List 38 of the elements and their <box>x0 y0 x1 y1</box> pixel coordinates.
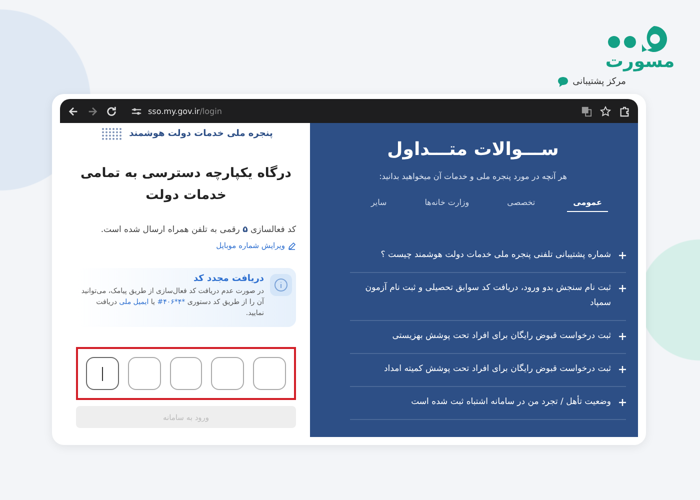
plus-icon[interactable] <box>619 285 626 292</box>
support-link[interactable]: مرکز پشتیبانی <box>572 77 626 87</box>
translate-icon[interactable] <box>581 106 592 116</box>
plus-icon[interactable] <box>619 252 626 259</box>
faq-question[interactable]: وضعیت تأهل / تجرد من در سامانه اشتباه ثبت شده است <box>411 395 611 410</box>
sms-message: کد فعالسازی ۵ رقمی به تلفن همراه ارسال شده است. <box>100 224 296 237</box>
faq-question[interactable]: ثبت نام سنجش بدو ورود، دریافت کد سوابق تحصیلی و ثبت نام آزمون سمپاد <box>350 281 611 311</box>
logo-text: مسورت <box>605 52 675 72</box>
code-digit-field[interactable] <box>170 357 202 390</box>
faq-tab[interactable]: عمومی <box>567 197 608 212</box>
address-bar-url[interactable]: sso.my.gov.ir/login <box>148 106 222 116</box>
reload-icon[interactable] <box>106 106 117 116</box>
faq-title: ســـوالات متـــداول <box>387 139 559 160</box>
faq-question[interactable]: شماره پشتیبانی تلفنی پنجره ملی خدمات دولت هوشمند چیست ؟ <box>380 248 611 263</box>
plus-icon[interactable] <box>619 399 626 406</box>
star-icon[interactable] <box>600 106 611 116</box>
code-digit-field[interactable] <box>86 357 119 390</box>
code-digit-field[interactable] <box>253 357 286 390</box>
info-icon <box>270 274 292 296</box>
extensions-icon[interactable] <box>619 106 630 116</box>
chat-bubble-icon <box>556 76 569 88</box>
faq-tab[interactable]: تخصصی <box>501 197 542 212</box>
plus-icon[interactable] <box>619 366 626 373</box>
faq-tab[interactable]: سایر <box>364 197 393 212</box>
faq-question[interactable]: ثبت درخواست قبوض رایگان برای افراد تحت پوشش کمیته امداد <box>384 362 611 377</box>
back-icon[interactable] <box>68 106 79 116</box>
site-settings-icon[interactable] <box>131 106 142 116</box>
faq-subtitle: هر آنچه در مورد پنجره ملی و خدمات آن میخواهید بدانید: <box>379 172 567 181</box>
page-title: درگاه یکپارچه دسترسی به تمامی خدمات دولت <box>80 164 292 205</box>
resend-title[interactable]: دریافت مجدد کد <box>76 274 264 284</box>
faq-question[interactable]: ثبت درخواست قبوض رایگان برای افراد تحت پوشش بهزیستی <box>392 329 611 344</box>
faq-tab[interactable]: وزارت خانه‌ها <box>418 197 476 212</box>
portal-name: پنجره ملی خدمات دولت هوشمند <box>129 129 273 139</box>
code-digit-field[interactable] <box>211 357 244 390</box>
pencil-icon <box>288 242 296 250</box>
plus-icon[interactable] <box>619 333 626 340</box>
code-digit-field[interactable] <box>128 357 161 390</box>
forward-icon[interactable] <box>87 106 98 116</box>
